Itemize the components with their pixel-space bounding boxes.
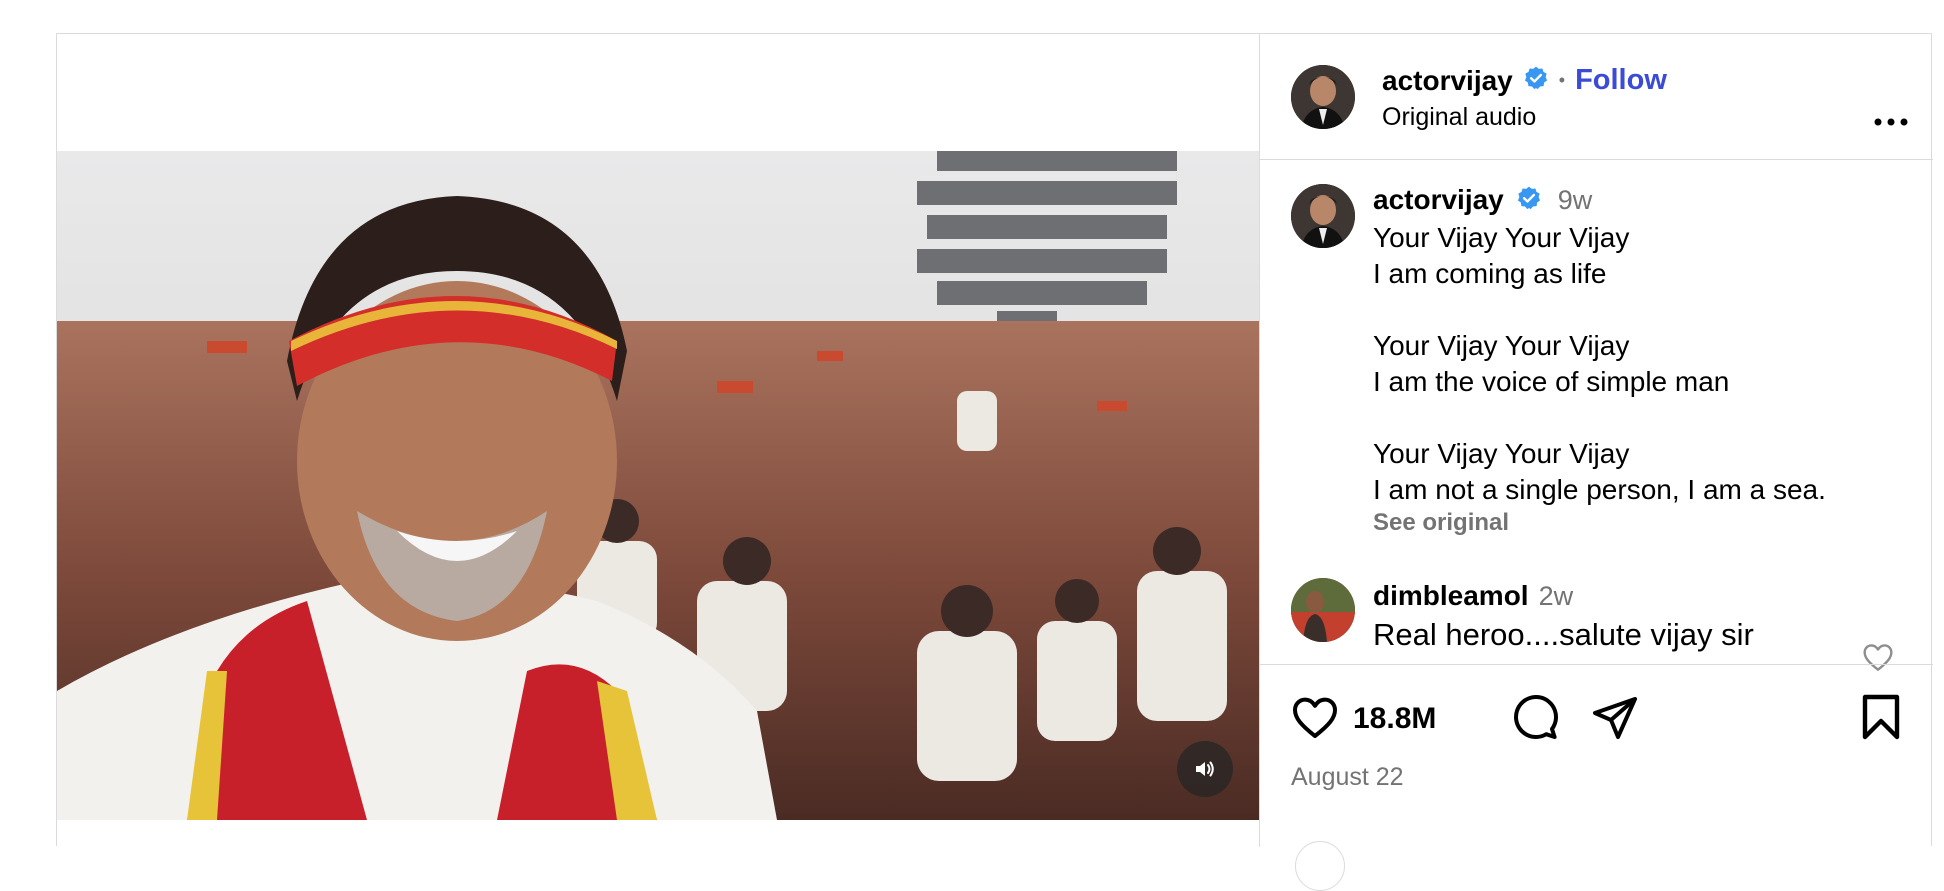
caption-username[interactable]: actorvijay (1373, 184, 1504, 216)
caption-line: Your Vijay Your Vijay (1373, 222, 1630, 253)
post-container: actorvijay • Follow Original audio actor… (56, 33, 1933, 891)
more-horizontal-icon (1874, 118, 1908, 126)
caption-body: Your Vijay Your Vijay I am coming as lif… (1373, 220, 1913, 508)
reel-video[interactable] (57, 151, 1259, 820)
caption-line: Your Vijay Your Vijay (1373, 330, 1630, 361)
caption-line: Your Vijay Your Vijay (1373, 438, 1630, 469)
avatar-image (1291, 65, 1355, 129)
comment-text: Real heroo....salute vijay sir (1373, 617, 1754, 652)
verified-badge-icon (1523, 65, 1549, 96)
more-options-button[interactable] (1871, 112, 1911, 132)
audio-label[interactable]: Original audio (1382, 103, 1536, 132)
see-original-link[interactable]: See original (1373, 509, 1509, 537)
share-icon (1593, 697, 1637, 739)
share-button[interactable] (1591, 695, 1639, 746)
commenter-avatar[interactable] (1291, 578, 1355, 642)
like-count[interactable]: 18.8M (1353, 702, 1436, 736)
avatar-image (1291, 184, 1355, 248)
like-button[interactable] (1291, 695, 1339, 744)
add-comment-avatar (1295, 841, 1345, 891)
caption-line (1373, 292, 1913, 328)
comment-icon (1514, 695, 1558, 739)
caption-line: I am coming as life (1373, 258, 1607, 289)
actions-bar: 18.8M August 22 (1259, 664, 1933, 891)
video-frame (57, 151, 1259, 820)
verified-badge-icon (1516, 185, 1542, 216)
author-avatar[interactable] (1291, 65, 1355, 129)
caption-timestamp[interactable]: 9w (1558, 185, 1593, 216)
media-panel (57, 34, 1260, 847)
caption-line: I am the voice of simple man (1373, 366, 1730, 397)
heart-icon (1293, 697, 1337, 738)
bookmark-icon (1862, 694, 1900, 740)
audio-toggle-button[interactable] (1177, 741, 1233, 797)
avatar-image (1291, 578, 1355, 642)
post-date[interactable]: August 22 (1291, 763, 1404, 792)
author-username[interactable]: actorvijay (1382, 65, 1513, 97)
follow-button[interactable]: Follow (1575, 64, 1667, 97)
post-header: actorvijay • Follow Original audio (1259, 34, 1933, 160)
commenter-username[interactable]: dimbleamol (1373, 580, 1529, 612)
caption-line: I am not a single person, I am a sea. (1373, 474, 1826, 505)
separator-dot: • (1558, 70, 1566, 90)
caption-avatar[interactable] (1291, 184, 1355, 248)
speaker-icon (1196, 761, 1214, 777)
comment-timestamp[interactable]: 2w (1539, 581, 1574, 612)
save-button[interactable] (1861, 693, 1901, 746)
caption-line (1373, 400, 1913, 436)
comment-button[interactable] (1511, 693, 1559, 746)
post-sidebar: actorvijay • Follow Original audio actor… (1259, 34, 1933, 891)
